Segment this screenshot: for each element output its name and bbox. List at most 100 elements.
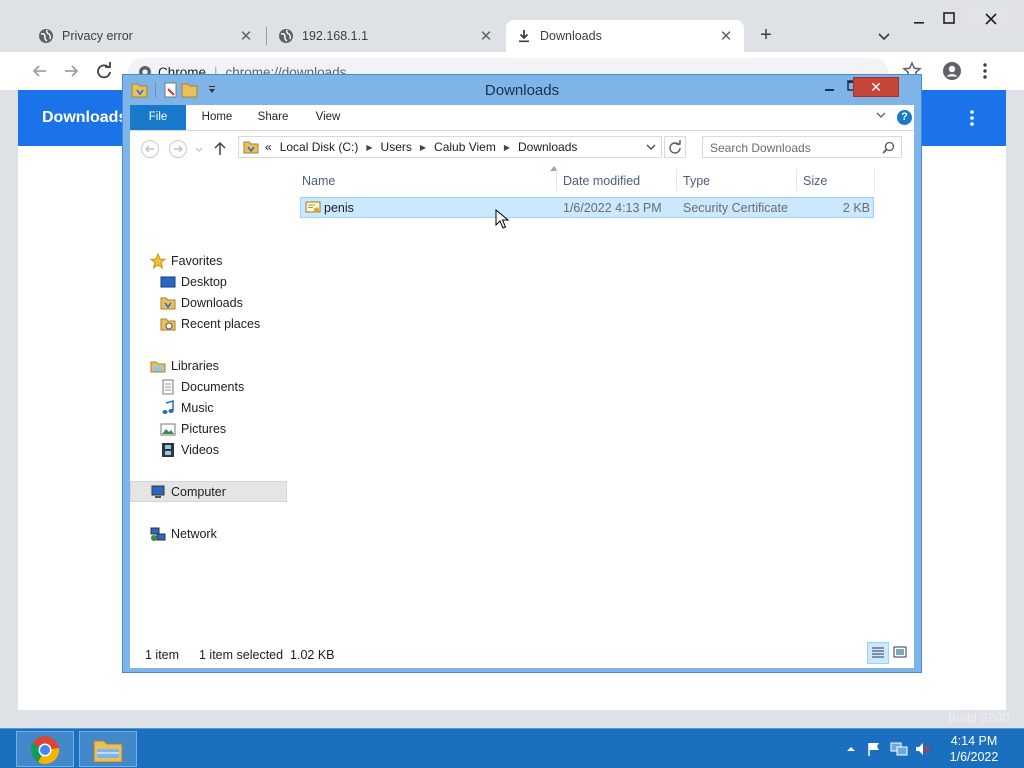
refresh-button[interactable] [664,136,686,158]
explorer-address-bar[interactable]: « Local Disk (C:) ▶ Users ▶ Calub Viem ▶… [238,136,662,158]
more-menu-icon[interactable] [968,108,976,128]
nav-recent-places[interactable]: Recent places [160,313,260,334]
chevron-down-icon[interactable] [876,28,892,44]
nav-pictures[interactable]: Pictures [160,418,226,439]
close-tab-icon[interactable]: ✕ [718,27,734,45]
breadcrumb-arrow-icon[interactable]: ▶ [420,143,426,152]
windows-build-watermark: Build 9200 [948,710,1010,725]
computer-icon [150,484,166,500]
chevron-down-icon[interactable] [875,109,887,121]
column-divider[interactable] [796,169,797,191]
nav-music[interactable]: Music [160,397,214,418]
column-divider[interactable] [676,169,677,191]
show-hidden-icons-chevron-icon[interactable] [845,741,861,757]
system-clock[interactable]: 4:14 PM 1/6/2022 [942,733,1006,765]
taskbar: 4:14 PM 1/6/2022 [0,728,1024,768]
libraries-icon [150,358,166,374]
breadcrumb-overflow[interactable]: « [265,140,272,154]
videos-film-icon [160,442,176,458]
star-icon [150,252,166,269]
file-row[interactable]: penis 1/6/2022 4:13 PM Security Certific… [300,197,874,218]
nav-downloads[interactable]: Downloads [160,292,243,313]
more-menu-icon[interactable] [974,60,996,82]
column-divider[interactable] [556,169,557,191]
file-size: 2 KB [842,201,870,215]
ribbon-tab-home[interactable]: Home [192,105,242,130]
close-tab-icon[interactable]: ✕ [238,27,254,45]
up-one-level-icon[interactable] [210,139,230,159]
globe-icon [38,28,54,44]
nav-favorites[interactable]: Favorites [150,250,222,271]
close-button[interactable]: ✕ [853,77,899,97]
nav-label: Pictures [181,421,227,436]
help-icon[interactable]: ? [897,110,912,125]
breadcrumb-users[interactable]: Users [381,140,412,154]
forward-button[interactable] [168,139,188,159]
breadcrumb-user-folder[interactable]: Calub Viem [434,140,496,154]
minimize-button[interactable] [819,77,841,97]
back-button[interactable] [140,139,160,159]
breadcrumb-arrow-icon[interactable]: ▶ [504,143,510,152]
ribbon-tabs: File Home Share View ? [130,105,914,131]
globe-icon [278,28,294,44]
nav-label: Computer [171,484,226,499]
breadcrumb-local-disk[interactable]: Local Disk (C:) [280,140,359,154]
chrome-icon [31,736,60,764]
forward-button[interactable] [60,60,82,82]
reload-button[interactable] [93,60,115,82]
taskbar-file-explorer-button[interactable] [79,731,137,767]
tab-privacy-error[interactable]: Privacy error ✕ [28,20,264,52]
breadcrumb-arrow-icon[interactable]: ▶ [366,143,372,152]
network-status-icon[interactable] [890,741,908,757]
back-button[interactable] [29,60,51,82]
downloads-folder-icon [160,295,176,311]
nav-label: Libraries [171,358,219,373]
large-icons-view-button[interactable] [890,642,912,664]
nav-label: Music [181,400,214,415]
close-tab-icon[interactable]: ✕ [478,27,494,45]
column-header-date-modified[interactable]: Date modified [563,171,640,191]
volume-muted-icon[interactable] [914,741,930,757]
explorer-title-bar[interactable]: Downloads ✕ [123,75,921,105]
column-header-name[interactable]: Name [302,171,335,191]
ribbon-tab-view[interactable]: View [304,105,352,130]
address-history-chevron-icon[interactable] [645,141,657,153]
close-button[interactable] [968,8,1014,30]
column-header-type[interactable]: Type [683,171,710,191]
tab-192-168-1-1[interactable]: 192.168.1.1 ✕ [268,20,504,52]
pictures-icon [160,421,176,437]
new-tab-button[interactable]: + [754,24,778,48]
window-title: Downloads [484,82,560,99]
nav-label: Network [171,526,217,541]
column-header-size[interactable]: Size [803,171,827,191]
column-divider[interactable] [874,169,875,191]
downloads-folder-icon [243,139,259,155]
action-center-flag-icon[interactable] [866,741,882,757]
nav-documents[interactable]: Documents [160,376,244,397]
tab-label: 192.168.1.1 [302,29,369,43]
clock-time: 4:14 PM [950,734,998,748]
tab-label: Downloads [540,29,602,43]
mouse-pointer-icon [495,209,509,229]
recent-places-icon [160,316,176,332]
tab-downloads[interactable]: Downloads ✕ [506,20,744,52]
breadcrumb-downloads[interactable]: Downloads [518,140,577,154]
ribbon-tab-file[interactable]: File [130,105,186,130]
nav-desktop[interactable]: Desktop [160,271,227,292]
details-view-button[interactable] [867,642,889,664]
search-placeholder: Search Downloads [710,141,811,155]
status-bar: 1 item 1 item selected 1.02 KB [130,638,914,668]
nav-label: Downloads [181,295,243,310]
nav-computer[interactable]: Computer [130,481,287,502]
nav-libraries[interactable]: Libraries [150,355,219,376]
search-input[interactable]: Search Downloads [702,136,902,158]
minimize-button[interactable] [904,8,934,30]
nav-network[interactable]: Network [150,523,217,544]
taskbar-chrome-button[interactable] [16,731,74,767]
maximize-button[interactable] [934,8,964,30]
nav-label: Favorites [171,253,223,268]
profile-avatar-icon[interactable] [941,60,963,82]
recent-locations-chevron-icon[interactable] [194,139,204,159]
ribbon-tab-share[interactable]: Share [248,105,298,130]
nav-videos[interactable]: Videos [160,439,219,460]
